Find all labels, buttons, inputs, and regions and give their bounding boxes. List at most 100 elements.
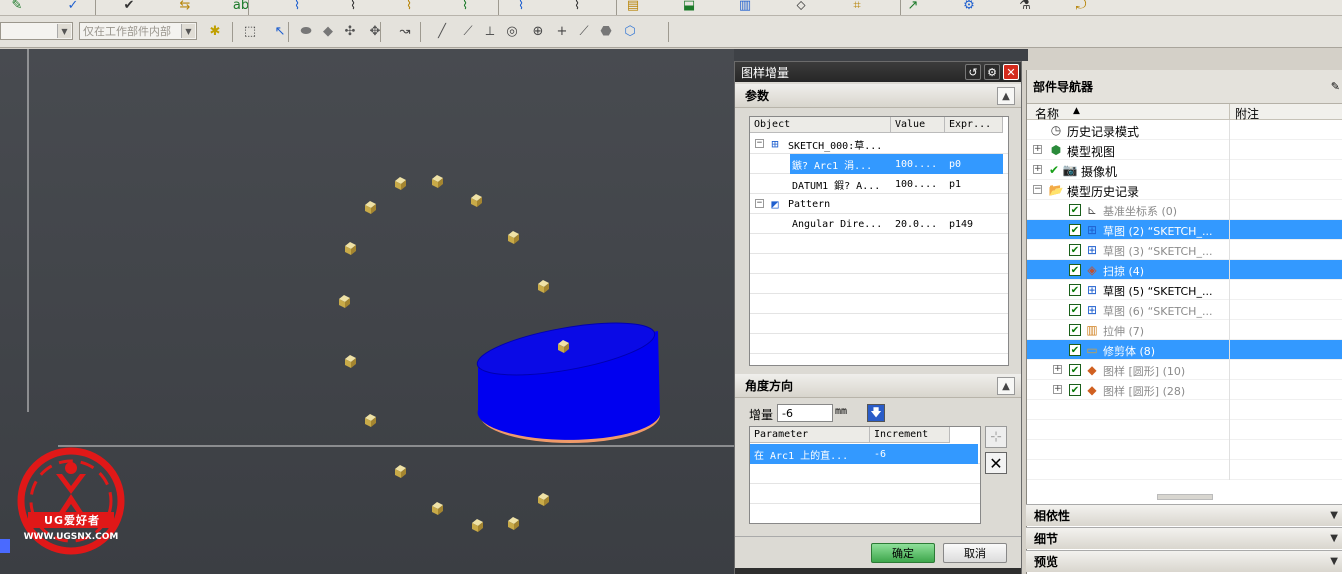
- chevron-down-icon[interactable]: ▼: [1330, 533, 1338, 544]
- tree-row[interactable]: + ✔ 📷 摄像机: [1027, 160, 1342, 180]
- render-icon[interactable]: ⬓: [678, 0, 700, 14]
- expand-icon[interactable]: +: [1053, 385, 1062, 394]
- tree-row[interactable]: ✔ ▭ 修剪体 (8): [1027, 340, 1342, 360]
- tree-row[interactable]: ✔ ▥ 拉伸 (7): [1027, 320, 1342, 340]
- chevron-down-icon[interactable]: ▼: [1330, 510, 1338, 521]
- visibility-checkbox[interactable]: ✔: [1069, 344, 1081, 356]
- surface-icon[interactable]: ⌗: [846, 0, 868, 14]
- table-row[interactable]: DATUM1 鍜? A... 100.... p1: [750, 174, 1008, 194]
- increment-table[interactable]: Parameter Increment 在 Arc1 上的直... -6: [749, 426, 981, 524]
- cancel-button[interactable]: 取消: [943, 543, 1007, 563]
- tree-row[interactable]: + ✔ ◆ 图样 [圆形] (10): [1027, 360, 1342, 380]
- expand-icon[interactable]: +: [1033, 165, 1042, 174]
- polyline-icon[interactable]: ⟋: [574, 22, 594, 40]
- tree-row[interactable]: ✔ ⊞ 草图 (2) “SKETCH_...: [1027, 220, 1342, 240]
- options-icon[interactable]: ⤾: [1070, 0, 1092, 14]
- curve-icon[interactable]: ⬦: [790, 0, 812, 14]
- parameters-section-header[interactable]: 参数 ▲: [735, 84, 1021, 108]
- sweep-icon[interactable]: ✥: [365, 22, 385, 40]
- collapse-up-icon[interactable]: ▲: [997, 377, 1015, 395]
- line-icon[interactable]: ╱: [432, 22, 452, 40]
- edit-icon[interactable]: ↗: [902, 0, 924, 14]
- extrude-icon[interactable]: ◆: [318, 22, 338, 40]
- note-icon[interactable]: ✎: [6, 0, 28, 14]
- graphics-viewport[interactable]: UG爱好者 WWW.UGSNX.COM: [0, 49, 734, 574]
- check-icon[interactable]: ⌇: [510, 0, 532, 14]
- visibility-checkbox[interactable]: ✔: [1069, 204, 1081, 216]
- curve-select-icon[interactable]: ↝: [395, 22, 415, 40]
- col-header-expr[interactable]: Expr...: [945, 117, 1003, 133]
- col-header-value[interactable]: Value: [891, 117, 945, 133]
- expand-icon[interactable]: +: [1033, 145, 1042, 154]
- expand-icon[interactable]: +: [1053, 365, 1062, 374]
- feature-icon[interactable]: ⚙: [958, 0, 980, 14]
- quadrant-icon[interactable]: ⊕: [528, 22, 548, 40]
- tangent-icon[interactable]: ⟋: [458, 22, 478, 40]
- visibility-checkbox[interactable]: ✔: [1069, 244, 1081, 256]
- collapse-icon[interactable]: −: [755, 199, 764, 208]
- sketch-icon[interactable]: ⌇: [286, 0, 308, 14]
- dependencies-panel[interactable]: 相依性 ▼: [1026, 504, 1342, 526]
- chamfer-icon[interactable]: ✔: [118, 0, 140, 14]
- add-row-button[interactable]: ⊹: [985, 426, 1007, 448]
- details-panel[interactable]: 细节 ▼: [1026, 527, 1342, 549]
- chevron-down-icon[interactable]: ▼: [1330, 556, 1338, 567]
- unit-dropdown-icon[interactable]: 🡇: [867, 404, 885, 422]
- remove-row-button[interactable]: ✕: [985, 452, 1007, 474]
- drafting-icon[interactable]: ▤: [622, 0, 644, 14]
- unnamed-combo[interactable]: ▼: [0, 22, 73, 40]
- expand-icon[interactable]: −: [1033, 185, 1042, 194]
- face-icon[interactable]: ⬣: [596, 22, 616, 40]
- visibility-checkbox[interactable]: ✔: [1069, 284, 1081, 296]
- table-row[interactable]: 鏃? Arc1 涓... 100.... p0: [750, 154, 1008, 174]
- col-header-increment[interactable]: Increment: [870, 427, 950, 443]
- increment-field[interactable]: -6: [777, 404, 833, 422]
- table-icon[interactable]: ⌇: [566, 0, 588, 14]
- analysis-icon[interactable]: ▥: [734, 0, 756, 14]
- tree-row[interactable]: ✔ ⊞ 草图 (6) “SKETCH_...: [1027, 300, 1342, 320]
- angle-section-header[interactable]: 角度方向 ▲: [735, 374, 1021, 398]
- rectangle-select-icon[interactable]: ⬚: [240, 22, 260, 40]
- selection-scope-combo[interactable]: 仅在工作部件内部 ▼: [79, 22, 197, 40]
- blend-icon[interactable]: ✓: [62, 0, 84, 14]
- select-icon[interactable]: ↖: [270, 22, 290, 40]
- tree-row[interactable]: ✔ ⊞ 草图 (3) “SKETCH_...: [1027, 240, 1342, 260]
- reverse-icon[interactable]: ⚗: [1014, 0, 1036, 14]
- tree-row[interactable]: ✔ ⊾ 基准坐标系 (0): [1027, 200, 1342, 220]
- visibility-checkbox[interactable]: ✔: [1069, 304, 1081, 316]
- plus-icon[interactable]: +: [552, 22, 572, 40]
- pattern-icon[interactable]: ⌇: [342, 0, 364, 14]
- col-header-object[interactable]: Object: [750, 117, 891, 133]
- tree-row[interactable]: ✔ ⊞ 草图 (5) “SKETCH_...: [1027, 280, 1342, 300]
- parameters-table[interactable]: Object Value Expr... − ⊞ SKETCH_000:草... 鏃?…: [749, 116, 1009, 366]
- close-icon[interactable]: ✕: [1003, 64, 1019, 80]
- navigator-hscroll[interactable]: [1157, 494, 1213, 500]
- tree-row[interactable]: + ⬢ 模型视图: [1027, 140, 1342, 160]
- arc-center-icon[interactable]: ⟂: [480, 22, 500, 40]
- tree-row[interactable]: ◷ 历史记录模式: [1027, 120, 1342, 140]
- collapse-icon[interactable]: −: [755, 139, 764, 148]
- ok-button[interactable]: 确定: [871, 543, 935, 563]
- cylinder-icon[interactable]: ⬬: [296, 22, 316, 40]
- collapse-up-icon[interactable]: ▲: [997, 87, 1015, 105]
- snap-point-icon[interactable]: ✱: [205, 22, 225, 40]
- tree-row[interactable]: ✔ ◈ 扫掠 (4): [1027, 260, 1342, 280]
- visibility-checkbox[interactable]: ✔: [1069, 324, 1081, 336]
- tree-row[interactable]: − 📂 模型历史记录: [1027, 180, 1342, 200]
- measure-icon[interactable]: ⌇: [454, 0, 476, 14]
- hole-icon[interactable]: ⇆: [174, 0, 196, 14]
- cube-icon[interactable]: ⬡: [620, 22, 640, 40]
- reset-icon[interactable]: ↺: [965, 64, 981, 80]
- circle-center-icon[interactable]: ◎: [502, 22, 522, 40]
- table-row[interactable]: 在 Arc1 上的直... -6: [750, 444, 980, 464]
- revolve-icon[interactable]: ✣: [340, 22, 360, 40]
- visibility-checkbox[interactable]: ✔: [1069, 224, 1081, 236]
- tree-row[interactable]: + ✔ ◆ 图样 [圆形] (28): [1027, 380, 1342, 400]
- expression-icon[interactable]: ⌇: [398, 0, 420, 14]
- dialog-resize-grip[interactable]: [735, 568, 1021, 574]
- visibility-checkbox[interactable]: ✔: [1069, 364, 1081, 376]
- gear-icon[interactable]: ⚙: [984, 64, 1000, 80]
- table-row[interactable]: Angular Dire... 20.0... p149: [750, 214, 1008, 234]
- table-row[interactable]: − ⊞ SKETCH_000:草...: [750, 134, 1008, 154]
- col-header-parameter[interactable]: Parameter: [750, 427, 870, 443]
